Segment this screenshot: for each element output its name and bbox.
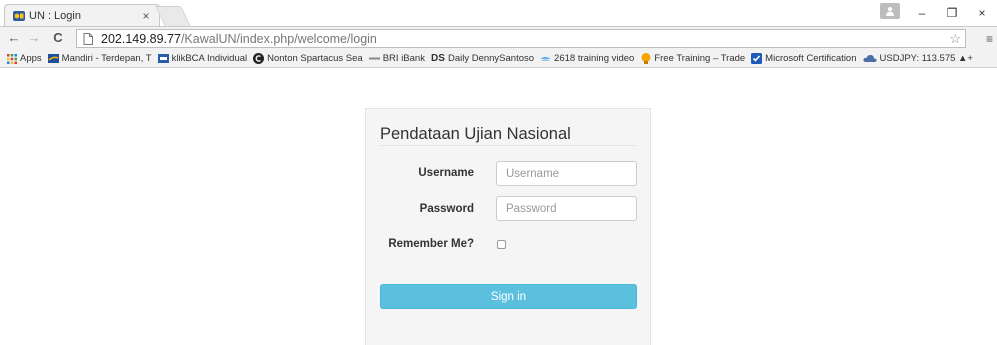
wing-icon bbox=[540, 53, 552, 64]
bookmark-mandiri[interactable]: Mandiri - Terdepan, T bbox=[47, 53, 152, 64]
bookmark-bri[interactable]: BRI iBank bbox=[368, 53, 425, 64]
window-controls: – ❐ × bbox=[907, 0, 997, 26]
bookmark-2618-training[interactable]: 2618 training video bbox=[540, 53, 634, 64]
profile-button[interactable] bbox=[880, 3, 900, 19]
bookmark-label: BRI iBank bbox=[382, 53, 425, 64]
browser-tab[interactable]: UN : Login × bbox=[4, 4, 160, 26]
bookmark-dennysantoso[interactable]: DS Daily DennySantoso bbox=[431, 53, 534, 64]
password-label: Password bbox=[419, 203, 474, 215]
user-icon bbox=[886, 7, 894, 16]
page-title: Pendataan Ujian Nasional bbox=[380, 125, 571, 143]
reload-button[interactable]: C bbox=[50, 30, 66, 46]
cloud-icon bbox=[862, 53, 877, 64]
back-button[interactable]: ← bbox=[6, 30, 22, 46]
address-bar[interactable]: 202.149.89.77/KawalUN/index.php/welcome/… bbox=[76, 29, 966, 48]
bookmark-free-training[interactable]: Free Training – Trade bbox=[640, 53, 745, 64]
remember-me-checkbox[interactable] bbox=[497, 240, 506, 249]
bookmark-label: Daily DennySantoso bbox=[447, 53, 535, 64]
page-icon bbox=[83, 32, 97, 45]
apps-grid-icon bbox=[6, 53, 17, 64]
username-label: Username bbox=[418, 167, 474, 179]
password-input[interactable] bbox=[496, 196, 637, 221]
title-divider bbox=[380, 145, 637, 146]
bookmark-label: 2618 training video bbox=[554, 53, 635, 64]
title-bar: UN : Login × – ❐ × bbox=[0, 0, 997, 26]
tab-close-icon[interactable]: × bbox=[139, 9, 153, 23]
chrome-menu-icon[interactable]: ≡ bbox=[986, 32, 993, 46]
bookmark-label: Nonton Spartacus Sea bbox=[267, 53, 363, 64]
bookmark-label: Mandiri - Terdepan, T bbox=[61, 53, 152, 64]
forward-button[interactable]: → bbox=[26, 30, 42, 46]
browser-toolbar: ← → C 202.149.89.77/KawalUN/index.php/we… bbox=[0, 26, 997, 50]
bookmark-label: Free Training – Trade bbox=[654, 53, 746, 64]
login-panel: Pendataan Ujian Nasional Username Passwo… bbox=[365, 108, 651, 345]
bulb-icon bbox=[640, 53, 651, 64]
bca-icon bbox=[157, 53, 169, 64]
bookmark-klikbca[interactable]: klikBCA Individual bbox=[157, 53, 248, 64]
bookmark-label: Microsoft Certification bbox=[765, 53, 857, 64]
bookmark-apps[interactable]: Apps bbox=[6, 53, 42, 64]
url-path: /KawalUN/index.php/welcome/login bbox=[180, 31, 377, 46]
dash-icon bbox=[368, 53, 380, 64]
sign-in-button[interactable]: Sign in bbox=[380, 284, 637, 309]
bookmark-label: USDJPY: 113.575 ▲+ bbox=[879, 53, 973, 64]
bookmark-label: klikBCA Individual bbox=[171, 53, 248, 64]
bookmarks-bar: Apps Mandiri - Terdepan, T klikBCA Indiv… bbox=[0, 50, 997, 68]
circle-c-icon bbox=[253, 53, 265, 64]
ds-icon: DS bbox=[431, 53, 445, 64]
tab-title: UN : Login bbox=[29, 9, 81, 22]
remember-me-label: Remember Me? bbox=[388, 238, 474, 250]
bookmark-star-icon[interactable]: ☆ bbox=[949, 31, 961, 47]
bookmark-spartacus[interactable]: Nonton Spartacus Sea bbox=[253, 53, 363, 64]
bookmark-microsoft-cert[interactable]: Microsoft Certification bbox=[751, 53, 857, 64]
site-favicon-icon bbox=[13, 10, 25, 22]
checkbox-icon bbox=[751, 53, 763, 64]
close-window-button[interactable]: × bbox=[967, 6, 997, 20]
url-host: 202.149.89.77 bbox=[101, 31, 181, 46]
mandiri-icon bbox=[47, 53, 59, 64]
bookmark-usdjpy[interactable]: USDJPY: 113.575 ▲+ bbox=[862, 53, 973, 64]
minimize-button[interactable]: – bbox=[907, 6, 937, 20]
restore-button[interactable]: ❐ bbox=[937, 6, 967, 20]
bookmark-label: Apps bbox=[20, 53, 42, 64]
new-tab-button[interactable] bbox=[155, 6, 191, 26]
username-input[interactable] bbox=[496, 161, 637, 186]
